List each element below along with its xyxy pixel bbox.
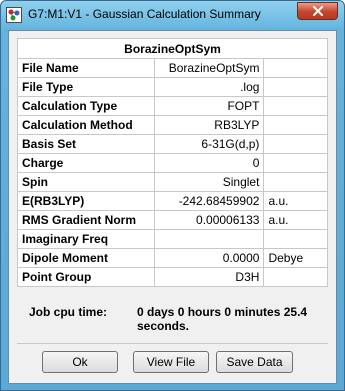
row-value: RB3LYP xyxy=(153,115,265,135)
cpu-time-label: Job cpu time: xyxy=(29,305,108,319)
row-unit xyxy=(263,153,328,173)
table-row: Calculation Type FOPT xyxy=(17,96,328,116)
row-label: Point Group xyxy=(17,267,155,287)
row-label: File Type xyxy=(17,77,155,97)
row-unit xyxy=(263,115,328,135)
summary-header: BorazineOptSym xyxy=(17,38,328,59)
row-label: File Name xyxy=(17,58,155,78)
window-title: G7:M1:V1 - Gaussian Calculation Summary xyxy=(28,7,261,21)
table-row: Point Group D3H xyxy=(17,267,328,287)
row-label: Calculation Method xyxy=(17,115,155,135)
row-value: BorazineOptSym xyxy=(153,58,265,78)
row-unit xyxy=(263,58,328,78)
row-unit: a.u. xyxy=(263,191,328,211)
close-button[interactable] xyxy=(297,2,338,20)
row-label: Basis Set xyxy=(17,134,155,154)
row-label: Imaginary Freq xyxy=(17,229,155,249)
row-label: RMS Gradient Norm xyxy=(17,210,155,230)
summary-table: BorazineOptSym File Name BorazineOptSym … xyxy=(17,38,328,287)
dialog-body: BorazineOptSym File Name BorazineOptSym … xyxy=(8,30,337,384)
table-row: File Name BorazineOptSym xyxy=(17,58,328,78)
row-value: 0.0000 xyxy=(153,248,265,268)
row-value: D3H xyxy=(153,267,265,287)
row-value: 6-31G(d,p) xyxy=(153,134,265,154)
table-row: File Type .log xyxy=(17,77,328,97)
row-label: E(RB3LYP) xyxy=(17,191,155,211)
cpu-time-value: 0 days 0 hours 0 minutes 25.4 seconds. xyxy=(137,305,308,333)
row-value: .log xyxy=(153,77,265,97)
row-unit: Debye xyxy=(263,248,328,268)
row-unit xyxy=(263,267,328,287)
divider xyxy=(17,343,328,344)
row-value: 0.00006133 xyxy=(153,210,265,230)
view-file-button[interactable]: View File xyxy=(133,351,209,373)
row-unit xyxy=(263,172,328,192)
table-row: Spin Singlet xyxy=(17,172,328,192)
row-unit xyxy=(263,134,328,154)
gaussview-app-icon xyxy=(6,7,22,23)
table-row: RMS Gradient Norm 0.00006133 a.u. xyxy=(17,210,328,230)
row-label: Dipole Moment xyxy=(17,248,155,268)
table-row: Dipole Moment 0.0000 Debye xyxy=(17,248,328,268)
row-unit xyxy=(263,229,328,249)
row-label: Spin xyxy=(17,172,155,192)
calculation-summary-window: G7:M1:V1 - Gaussian Calculation Summary … xyxy=(0,0,345,391)
row-unit xyxy=(263,96,328,116)
table-row: Calculation Method RB3LYP xyxy=(17,115,328,135)
save-data-button[interactable]: Save Data xyxy=(216,351,293,373)
row-label: Charge xyxy=(17,153,155,173)
row-label: Calculation Type xyxy=(17,96,155,116)
table-row: Charge 0 xyxy=(17,153,328,173)
row-value: 0 xyxy=(153,153,265,173)
row-value: Singlet xyxy=(153,172,265,192)
title-bar[interactable]: G7:M1:V1 - Gaussian Calculation Summary xyxy=(1,1,344,29)
table-row: Basis Set 6-31G(d,p) xyxy=(17,134,328,154)
close-icon xyxy=(313,6,323,16)
ok-button[interactable]: Ok xyxy=(42,351,118,373)
row-unit xyxy=(263,77,328,97)
table-row: Imaginary Freq xyxy=(17,229,328,249)
row-value xyxy=(153,229,265,249)
row-value: FOPT xyxy=(153,96,265,116)
table-row: E(RB3LYP) -242.68459902 a.u. xyxy=(17,191,328,211)
row-unit: a.u. xyxy=(263,210,328,230)
row-value: -242.68459902 xyxy=(153,191,265,211)
